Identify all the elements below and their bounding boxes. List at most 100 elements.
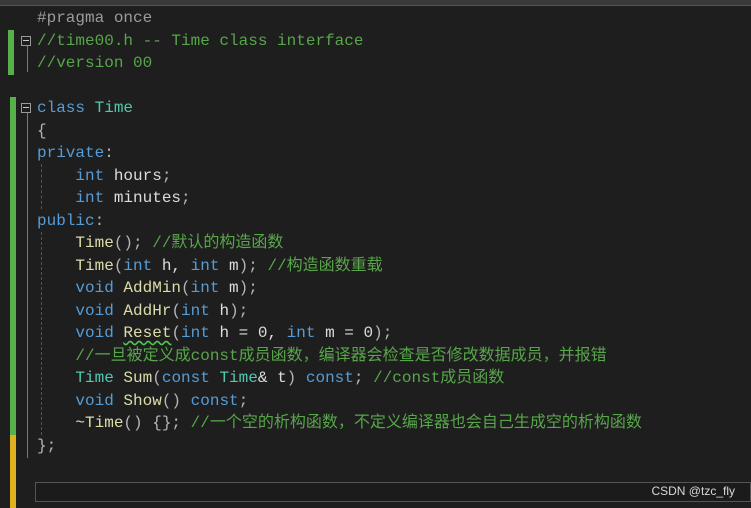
token-keyword: int — [75, 189, 114, 207]
token-identifier: & t — [257, 369, 287, 387]
token-keyword: void — [75, 279, 124, 297]
token-comment: //构造函数重载 — [267, 256, 383, 275]
code-line[interactable]: { — [37, 120, 642, 143]
token-identifier: h — [219, 301, 230, 320]
token-function-name: ~Time — [75, 414, 124, 432]
token-keyword: const — [190, 391, 239, 410]
fold-guide — [27, 113, 28, 458]
token-punctuation: ( — [171, 301, 182, 320]
token-identifier — [37, 167, 75, 185]
token-identifier — [37, 392, 75, 410]
token-punctuation: (); — [113, 234, 153, 252]
code-editor[interactable]: #pragma once //time00.h -- Time class int… — [37, 7, 642, 457]
token-identifier — [37, 324, 75, 342]
token-identifier: m — [229, 279, 239, 297]
tab-bar — [0, 0, 751, 6]
token-punctuation: () {}; — [123, 414, 191, 432]
code-line[interactable]: int minutes; — [37, 187, 642, 210]
token-type-name: Time — [94, 99, 134, 117]
code-line[interactable]: public: — [37, 210, 642, 233]
token-keyword: int — [123, 256, 162, 275]
code-line[interactable]: Time Sum(const Time& t) const; //const成员… — [37, 367, 642, 390]
token-punctuation: ) — [286, 369, 306, 387]
token-punctuation: ( — [181, 279, 191, 297]
token-keyword: int — [181, 324, 220, 342]
token-comment: //time00.h -- Time class interface — [37, 31, 364, 50]
token-function-name: Sum — [123, 369, 153, 387]
code-line[interactable]: ~Time() {}; //一个空的析构函数，不定义编译器也会自己生成空的析构函… — [37, 412, 642, 435]
token-identifier — [37, 279, 75, 297]
token-keyword: int — [75, 166, 114, 185]
token-identifier — [37, 414, 75, 432]
token-identifier: h = 0, — [219, 324, 287, 342]
code-line[interactable]: int hours; — [37, 165, 642, 188]
token-identifier — [37, 189, 75, 207]
code-line[interactable]: private: — [37, 142, 642, 165]
code-line[interactable]: class Time — [37, 97, 642, 120]
token-punctuation: : — [94, 211, 105, 230]
token-comment: //version 00 — [37, 54, 153, 72]
token-keyword: public — [37, 211, 95, 230]
code-line[interactable]: //一旦被定义成const成员函数，编译器会检查是否修改数据成员，并报错 — [37, 345, 642, 368]
token-type-name: Time — [219, 369, 258, 387]
code-line[interactable]: Time(); //默认的构造函数 — [37, 232, 642, 255]
token-identifier: hours — [113, 166, 162, 185]
token-identifier: minutes — [113, 189, 182, 207]
code-line[interactable]: void Reset(int h = 0, int m = 0); — [37, 322, 642, 345]
token-comment: //默认的构造函数 — [152, 234, 284, 252]
code-line[interactable]: //time00.h -- Time class interface — [37, 30, 642, 53]
code-line[interactable]: void AddMin(int m); — [37, 277, 642, 300]
token-function-name: Reset — [123, 324, 172, 342]
token-punctuation: ; — [181, 189, 191, 207]
token-punctuation: ); — [238, 279, 258, 297]
collapse-class-icon[interactable] — [21, 103, 31, 113]
code-line[interactable]: Time(int h, int m); //构造函数重载 — [37, 255, 642, 278]
token-identifier — [37, 369, 75, 387]
token-punctuation: }; — [37, 436, 57, 455]
code-line[interactable]: void AddHr(int h); — [37, 300, 642, 323]
token-function-name: Show — [123, 391, 162, 410]
token-punctuation: ; — [161, 166, 172, 185]
token-punctuation: ); — [229, 301, 249, 320]
token-identifier: m — [229, 256, 239, 275]
token-keyword: const — [305, 369, 354, 387]
token-punctuation: ( — [152, 369, 162, 387]
token-function-name: AddHr — [123, 301, 172, 320]
token-punctuation: : — [104, 144, 114, 162]
token-punctuation: ( — [113, 256, 124, 275]
token-type-name: Time — [75, 369, 124, 387]
token-keyword: private — [37, 144, 105, 162]
token-identifier — [37, 257, 75, 275]
token-identifier — [37, 234, 75, 252]
fold-guide — [27, 46, 28, 72]
token-identifier: m = 0 — [325, 324, 374, 342]
code-line[interactable]: void Show() const; — [37, 390, 642, 413]
token-keyword: const — [161, 369, 220, 387]
code-line[interactable] — [37, 75, 642, 98]
token-comment: //一个空的析构函数，不定义编译器也会自己生成空的析构函数 — [190, 414, 642, 432]
token-punctuation: { — [37, 121, 47, 140]
token-keyword: class — [37, 99, 95, 117]
token-preprocessor: #pragma once — [37, 9, 153, 27]
watermark: CSDN @tzc_fly — [651, 484, 735, 498]
change-marker-saved — [10, 97, 16, 435]
token-function-name: Time — [75, 234, 114, 252]
change-marker-saved — [8, 30, 14, 75]
token-comment: //一旦被定义成const成员函数，编译器会检查是否修改数据成员，并报错 — [75, 346, 607, 365]
token-keyword: int — [286, 324, 326, 342]
token-keyword: void — [75, 301, 124, 320]
collapse-comment-icon[interactable] — [21, 36, 31, 46]
token-punctuation: ); — [238, 256, 268, 275]
token-punctuation: ; — [353, 369, 374, 387]
code-line[interactable]: //version 00 — [37, 52, 642, 75]
token-punctuation: ); — [373, 324, 393, 342]
token-identifier: h, — [161, 256, 191, 275]
token-keyword: int — [190, 256, 230, 275]
token-comment: //const成员函数 — [373, 369, 505, 387]
token-punctuation: () — [161, 391, 191, 410]
code-line[interactable]: #pragma once — [37, 7, 642, 30]
token-function-name: Time — [75, 256, 114, 275]
code-line[interactable]: }; — [37, 435, 642, 458]
find-bar[interactable] — [35, 482, 751, 502]
token-keyword: int — [181, 301, 220, 320]
